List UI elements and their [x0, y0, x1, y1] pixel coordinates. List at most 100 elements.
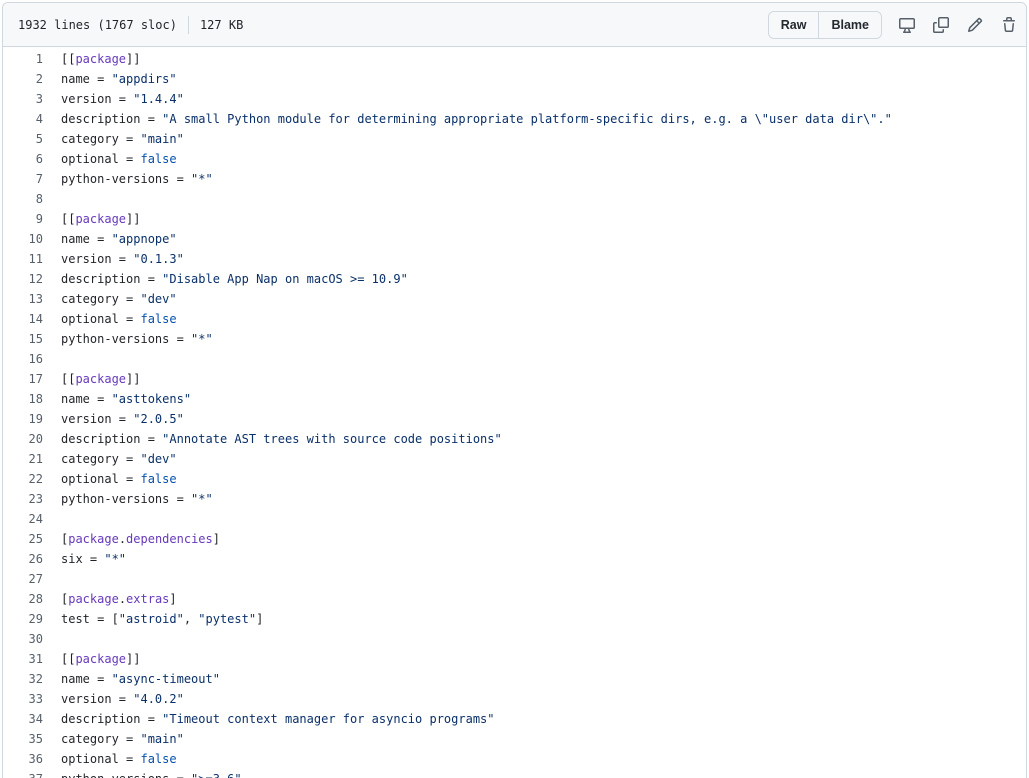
line-number[interactable]: 24	[3, 509, 61, 529]
line-number[interactable]: 23	[3, 489, 61, 509]
code-line: 3 version = "1.4.4"	[3, 89, 1026, 109]
token-str: "async-timeout"	[111, 672, 220, 686]
line-number[interactable]: 9	[3, 209, 61, 229]
line-number[interactable]: 19	[3, 409, 61, 429]
line-number[interactable]: 22	[3, 469, 61, 489]
line-content: description = "Timeout context manager f…	[61, 709, 495, 729]
line-number[interactable]: 12	[3, 269, 61, 289]
code-line: 37python-versions = ">=3.6"	[3, 769, 1026, 778]
desktop-icon[interactable]	[890, 11, 924, 39]
line-number[interactable]: 1	[3, 49, 61, 69]
line-content: version = "4.0.2"	[61, 689, 184, 709]
line-number[interactable]: 11	[3, 249, 61, 269]
token-plain: description =	[61, 432, 163, 446]
token-str: "main"	[140, 732, 184, 746]
raw-button[interactable]: Raw	[768, 12, 819, 38]
token-plain: optional =	[61, 152, 141, 166]
line-content: name = "async-timeout"	[61, 669, 220, 689]
token-plain: ]]	[126, 212, 141, 226]
line-number[interactable]: 26	[3, 549, 61, 569]
token-plain: name =	[61, 672, 112, 686]
line-number[interactable]: 21	[3, 449, 61, 469]
token-str: "4.0.2"	[133, 692, 184, 706]
blame-button[interactable]: Blame	[818, 12, 881, 38]
token-plain: description =	[61, 112, 163, 126]
file-viewer: 1932 lines (1767 sloc) 127 KB Raw Blame	[2, 2, 1027, 778]
line-number[interactable]: 36	[3, 749, 61, 769]
line-content: [[package]]	[61, 649, 140, 669]
line-content: description = "Annotate AST trees with s…	[61, 429, 502, 449]
line-number[interactable]: 31	[3, 649, 61, 669]
line-number[interactable]: 10	[3, 229, 61, 249]
token-key: extras	[126, 592, 170, 606]
line-number[interactable]: 16	[3, 349, 61, 369]
file-info: 1932 lines (1767 sloc) 127 KB	[18, 15, 244, 34]
line-number[interactable]: 14	[3, 309, 61, 329]
token-plain: [[	[61, 52, 76, 66]
line-content: [[package]]	[61, 209, 140, 229]
line-number[interactable]: 37	[3, 769, 61, 778]
line-content: description = "Disable App Nap on macOS …	[61, 269, 408, 289]
token-plain: version =	[61, 412, 134, 426]
code-view: 1 [[package]] 2 name = "appdirs" 3 version = …	[3, 47, 1026, 778]
token-plain: category =	[61, 292, 141, 306]
pencil-icon[interactable]	[958, 11, 992, 39]
line-content: category = "dev"	[61, 449, 177, 469]
code-line: 26 six = "*"	[3, 549, 1026, 569]
line-number[interactable]: 28	[3, 589, 61, 609]
line-number[interactable]: 20	[3, 429, 61, 449]
line-number[interactable]: 17	[3, 369, 61, 389]
code-line: 27	[3, 569, 1026, 589]
code-line: 36 optional = false	[3, 749, 1026, 769]
token-str: "dev"	[140, 452, 177, 466]
line-number[interactable]: 35	[3, 729, 61, 749]
token-str: "A small Python module for determining a…	[162, 112, 892, 126]
token-str: "appnope"	[111, 232, 177, 246]
line-content: name = "appdirs"	[61, 69, 177, 89]
token-str: "*"	[191, 492, 213, 506]
line-number[interactable]: 4	[3, 109, 61, 129]
file-size: 127 KB	[199, 17, 244, 32]
code-line: 34 description = "Timeout context manager…	[3, 709, 1026, 729]
line-content: python-versions = "*"	[61, 489, 213, 509]
line-number[interactable]: 6	[3, 149, 61, 169]
code-line: 19 version = "2.0.5"	[3, 409, 1026, 429]
line-number[interactable]: 3	[3, 89, 61, 109]
line-content: optional = false	[61, 149, 177, 169]
line-number[interactable]: 27	[3, 569, 61, 589]
token-plain: [[	[61, 212, 76, 226]
line-number[interactable]: 25	[3, 529, 61, 549]
line-number[interactable]: 29	[3, 609, 61, 629]
line-number[interactable]: 2	[3, 69, 61, 89]
token-str: "astroid"	[118, 612, 184, 626]
code-line: 13 category = "dev"	[3, 289, 1026, 309]
token-plain: name =	[61, 72, 112, 86]
token-plain: name =	[61, 232, 112, 246]
code-line: 1 [[package]]	[3, 49, 1026, 69]
line-number[interactable]: 34	[3, 709, 61, 729]
code-line: 9 [[package]]	[3, 209, 1026, 229]
line-content: optional = false	[61, 469, 177, 489]
line-content: [[package]]	[61, 369, 140, 389]
copy-icon[interactable]	[924, 11, 958, 39]
trash-icon[interactable]	[992, 11, 1026, 39]
token-str: "appdirs"	[111, 72, 177, 86]
code-line: 12 description = "Disable App Nap on macO…	[3, 269, 1026, 289]
line-content: python-versions = "*"	[61, 169, 213, 189]
line-number[interactable]: 32	[3, 669, 61, 689]
line-number[interactable]: 5	[3, 129, 61, 149]
line-number[interactable]: 7	[3, 169, 61, 189]
line-number[interactable]: 8	[3, 189, 61, 209]
token-str: "0.1.3"	[133, 252, 184, 266]
code-line: 31 [[package]]	[3, 649, 1026, 669]
line-number[interactable]: 18	[3, 389, 61, 409]
token-plain: python-versions =	[61, 492, 192, 506]
code-line: 15 python-versions = "*"	[3, 329, 1026, 349]
line-number[interactable]: 33	[3, 689, 61, 709]
token-plain: .	[118, 532, 127, 546]
token-plain: .	[118, 592, 127, 606]
line-number[interactable]: 13	[3, 289, 61, 309]
token-plain: ]]	[126, 372, 141, 386]
line-number[interactable]: 30	[3, 629, 61, 649]
line-number[interactable]: 15	[3, 329, 61, 349]
